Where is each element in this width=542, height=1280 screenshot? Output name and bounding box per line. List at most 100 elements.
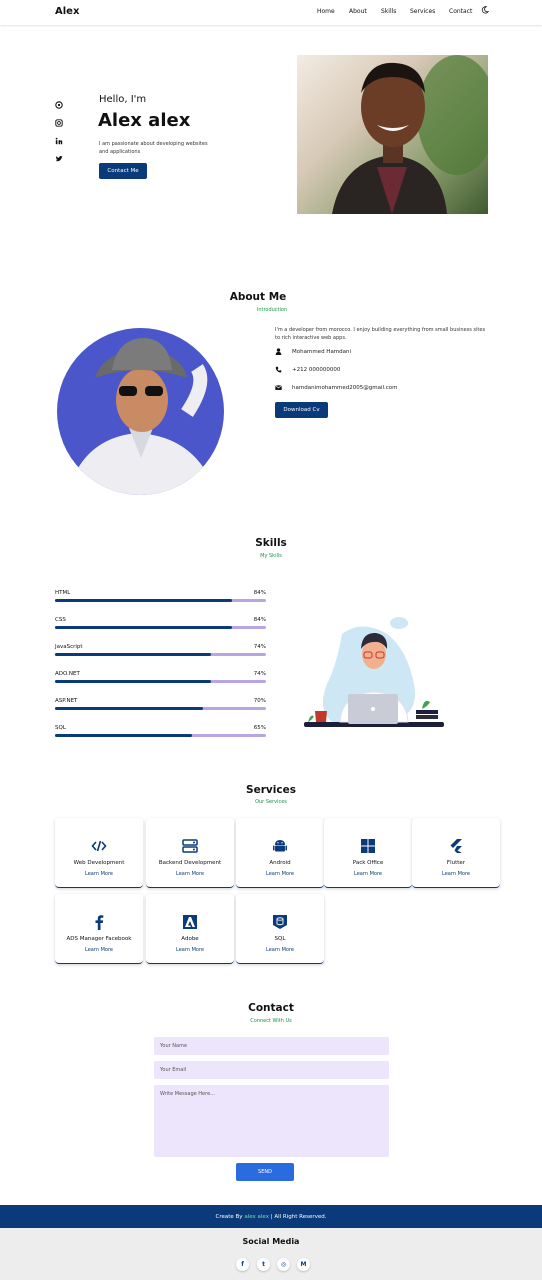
learn-more-link[interactable]: Learn More (55, 947, 143, 953)
skill-bar-fill (55, 653, 212, 656)
linkedin-icon[interactable] (55, 137, 63, 145)
service-card-flutter[interactable]: Flutter Learn More (412, 818, 500, 888)
facebook-icon (95, 915, 104, 930)
skill-row: HTML 84% (55, 590, 266, 602)
service-card-adobe[interactable]: Adobe Learn More (146, 894, 234, 964)
skill-bar-track (55, 599, 266, 602)
about-email-row: hamdanimohammed2005@gmail.com (275, 384, 398, 391)
contact-title: Contact (248, 1002, 294, 1014)
download-cv-button[interactable]: Download Cv (275, 402, 328, 418)
learn-more-link[interactable]: Learn More (55, 871, 143, 877)
skill-bar-fill (55, 707, 203, 710)
nav-home[interactable]: Home (317, 8, 335, 15)
nav-contact[interactable]: Contact (449, 8, 472, 15)
code-icon (91, 840, 107, 852)
contact-me-button[interactable]: Contact Me (99, 163, 147, 179)
skill-bar-track (55, 626, 266, 629)
skill-bar-track (55, 707, 266, 710)
learn-more-link[interactable]: Learn More (412, 871, 500, 877)
envelope-icon (275, 385, 282, 390)
footer-credit-prefix: Create By (215, 1213, 243, 1220)
message-field[interactable]: Write Message Here... (154, 1085, 389, 1157)
service-title: Pack Office (352, 860, 384, 866)
twitter-icon[interactable] (55, 155, 63, 163)
site-logo[interactable]: Alex (55, 6, 79, 17)
flutter-icon (450, 839, 462, 853)
footer-social: Social Media (0, 1228, 542, 1280)
nav-skills[interactable]: Skills (381, 8, 396, 15)
skill-percent: 84% (253, 590, 266, 596)
skill-percent: 74% (253, 671, 266, 677)
about-subtitle: Introduction (256, 307, 288, 313)
service-title: Web Development (73, 860, 125, 866)
top-navbar: Alex Home About Skills Services Contact (0, 0, 542, 25)
skill-bar-fill (55, 680, 212, 683)
learn-more-link[interactable]: Learn More (324, 871, 412, 877)
about-name: Mohammed Hamdani (292, 348, 352, 355)
service-title: Adobe (181, 936, 199, 942)
skill-bar-fill (55, 599, 233, 602)
hero-photo (297, 55, 488, 214)
learn-more-link[interactable]: Learn More (146, 947, 234, 953)
skill-percent: 70% (253, 698, 266, 704)
social-media-title: Social Media (242, 1237, 300, 1246)
instagram-icon[interactable] (55, 119, 63, 127)
skill-bar-fill (55, 626, 233, 629)
skill-bar-track (55, 680, 266, 683)
service-title: Backend Development (158, 860, 222, 866)
service-card-backend-development[interactable]: Backend Development Learn More (146, 818, 234, 888)
service-title: Flutter (446, 860, 466, 866)
developer-illustration (302, 614, 447, 732)
footer-credit-name[interactable]: alex alex (244, 1214, 269, 1220)
skill-row: JavaScript 74% (55, 644, 266, 656)
skill-bar-fill (55, 734, 193, 737)
services-subtitle: Our Services (255, 799, 287, 805)
learn-more-link[interactable]: Learn More (236, 871, 324, 877)
service-card-ads-manager-facebook[interactable]: ADS Manager Facebook Learn More (55, 894, 143, 964)
skill-name: ASP.NET (55, 698, 78, 704)
skill-row: SQL 65% (55, 725, 266, 737)
user-icon (275, 348, 282, 355)
footer-credit-suffix: | All Right Reserved. (270, 1213, 327, 1220)
send-button[interactable]: SEND (236, 1163, 294, 1181)
moon-icon[interactable] (481, 6, 489, 14)
twitter-icon[interactable]: t (257, 1258, 270, 1271)
skills-title: Skills (255, 537, 287, 549)
about-name-row: Mohammed Hamdani (275, 348, 351, 355)
about-email[interactable]: hamdanimohammed2005@gmail.com (292, 385, 398, 391)
skill-percent: 65% (253, 725, 266, 731)
skill-name: ADO.NET (55, 671, 80, 677)
gmail-icon[interactable]: M (297, 1258, 310, 1271)
skill-row: ADO.NET 74% (55, 671, 266, 683)
about-description: I'm a developer from morocco. I enjoy bu… (275, 327, 486, 341)
skill-bar-track (55, 734, 266, 737)
about-phone: +212 000000000 (292, 366, 341, 373)
facebook-icon[interactable]: f (236, 1258, 249, 1271)
contact-subtitle: Connect With Us (250, 1018, 292, 1024)
name-field[interactable]: Your Name (154, 1037, 389, 1055)
github-icon[interactable] (55, 101, 63, 109)
database-icon (273, 915, 287, 929)
hero-name: Alex alex (98, 110, 191, 131)
service-card-pack-office[interactable]: Pack Office Learn More (324, 818, 412, 888)
service-title: Android (269, 860, 291, 866)
windows-icon (361, 839, 375, 853)
learn-more-link[interactable]: Learn More (236, 947, 324, 953)
skill-bar-track (55, 653, 266, 656)
service-title: SQL (274, 936, 286, 942)
instagram-icon[interactable]: ◎ (277, 1258, 290, 1271)
android-icon (273, 840, 287, 852)
hero-description: I am passionate about developing website… (99, 141, 208, 155)
email-field[interactable]: Your Email (154, 1061, 389, 1079)
skill-name: SQL (55, 725, 66, 731)
skill-percent: 84% (253, 617, 266, 623)
service-card-sql[interactable]: SQL Learn More (236, 894, 324, 964)
nav-services[interactable]: Services (410, 8, 435, 15)
skill-name: JavaScript (55, 644, 83, 650)
learn-more-link[interactable]: Learn More (146, 871, 234, 877)
service-card-web-development[interactable]: Web Development Learn More (55, 818, 143, 888)
skill-percent: 74% (253, 644, 266, 650)
skill-row: CSS 84% (55, 617, 266, 629)
service-card-android[interactable]: Android Learn More (236, 818, 324, 888)
nav-about[interactable]: About (349, 8, 367, 15)
